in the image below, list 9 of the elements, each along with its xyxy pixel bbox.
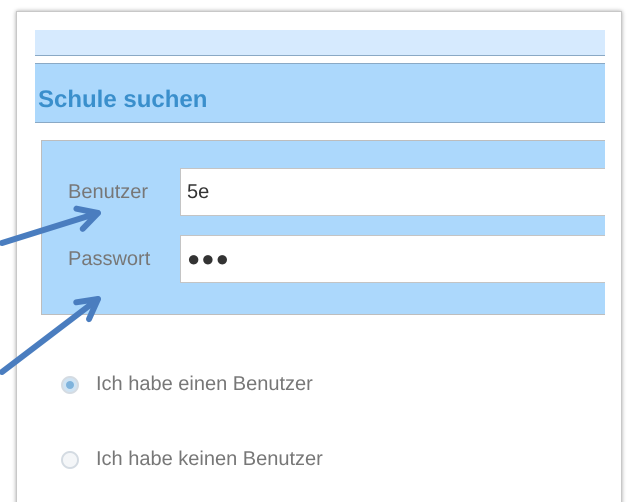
input-field[interactable]: 5e <box>180 168 605 216</box>
password-field[interactable]: ●●● <box>180 235 605 283</box>
radio-label: Ich habe einen Benutzer <box>96 373 313 396</box>
field-label: Passwort <box>68 248 152 270</box>
field-label: Benutzer <box>68 180 150 204</box>
radio-button[interactable] <box>61 450 79 468</box>
section-heading: Schule suchen <box>38 86 208 114</box>
radio-label: Ich habe keinen Benutzer <box>96 448 323 471</box>
radio-button[interactable] <box>61 376 79 394</box>
